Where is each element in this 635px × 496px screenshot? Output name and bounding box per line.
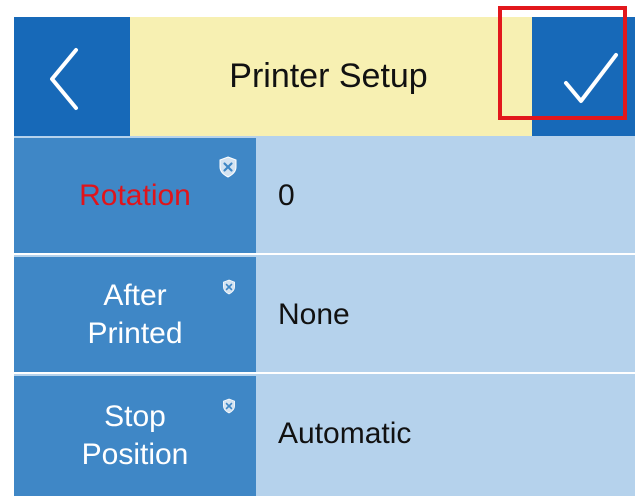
setting-label-cell: After Printed bbox=[14, 257, 256, 374]
setting-label-after-printed: After Printed bbox=[87, 278, 183, 350]
back-button[interactable] bbox=[14, 17, 130, 136]
setting-value-after-printed[interactable]: None bbox=[256, 257, 635, 374]
clear-icon[interactable] bbox=[218, 156, 238, 178]
after-printed-value: None bbox=[278, 298, 350, 331]
confirm-button[interactable] bbox=[532, 17, 635, 136]
rotation-value: 0 bbox=[278, 179, 295, 212]
setting-value-rotation[interactable]: 0 bbox=[256, 138, 635, 255]
setting-row-rotation: Rotation 0 bbox=[14, 138, 635, 255]
clear-icon[interactable] bbox=[222, 398, 236, 414]
page-title: Printer Setup bbox=[229, 57, 428, 95]
clear-icon[interactable] bbox=[222, 279, 236, 295]
setting-row-stop-position: Stop Position Automatic bbox=[14, 376, 635, 496]
header-bar: Printer Setup bbox=[14, 6, 635, 136]
setting-label-stop-position: Stop Position bbox=[81, 400, 189, 471]
setting-value-stop-position[interactable]: Automatic bbox=[256, 376, 635, 496]
checkmark-icon bbox=[564, 53, 618, 103]
chevron-left-icon bbox=[50, 48, 78, 110]
printer-setup-screen: Printer Setup Rotation 0 After Printed N… bbox=[14, 6, 635, 496]
setting-label-rotation: Rotation bbox=[79, 178, 191, 212]
stop-position-value: Automatic bbox=[278, 417, 412, 450]
setting-row-after-printed: After Printed None bbox=[14, 257, 635, 374]
setting-label-cell: Stop Position bbox=[14, 376, 256, 496]
